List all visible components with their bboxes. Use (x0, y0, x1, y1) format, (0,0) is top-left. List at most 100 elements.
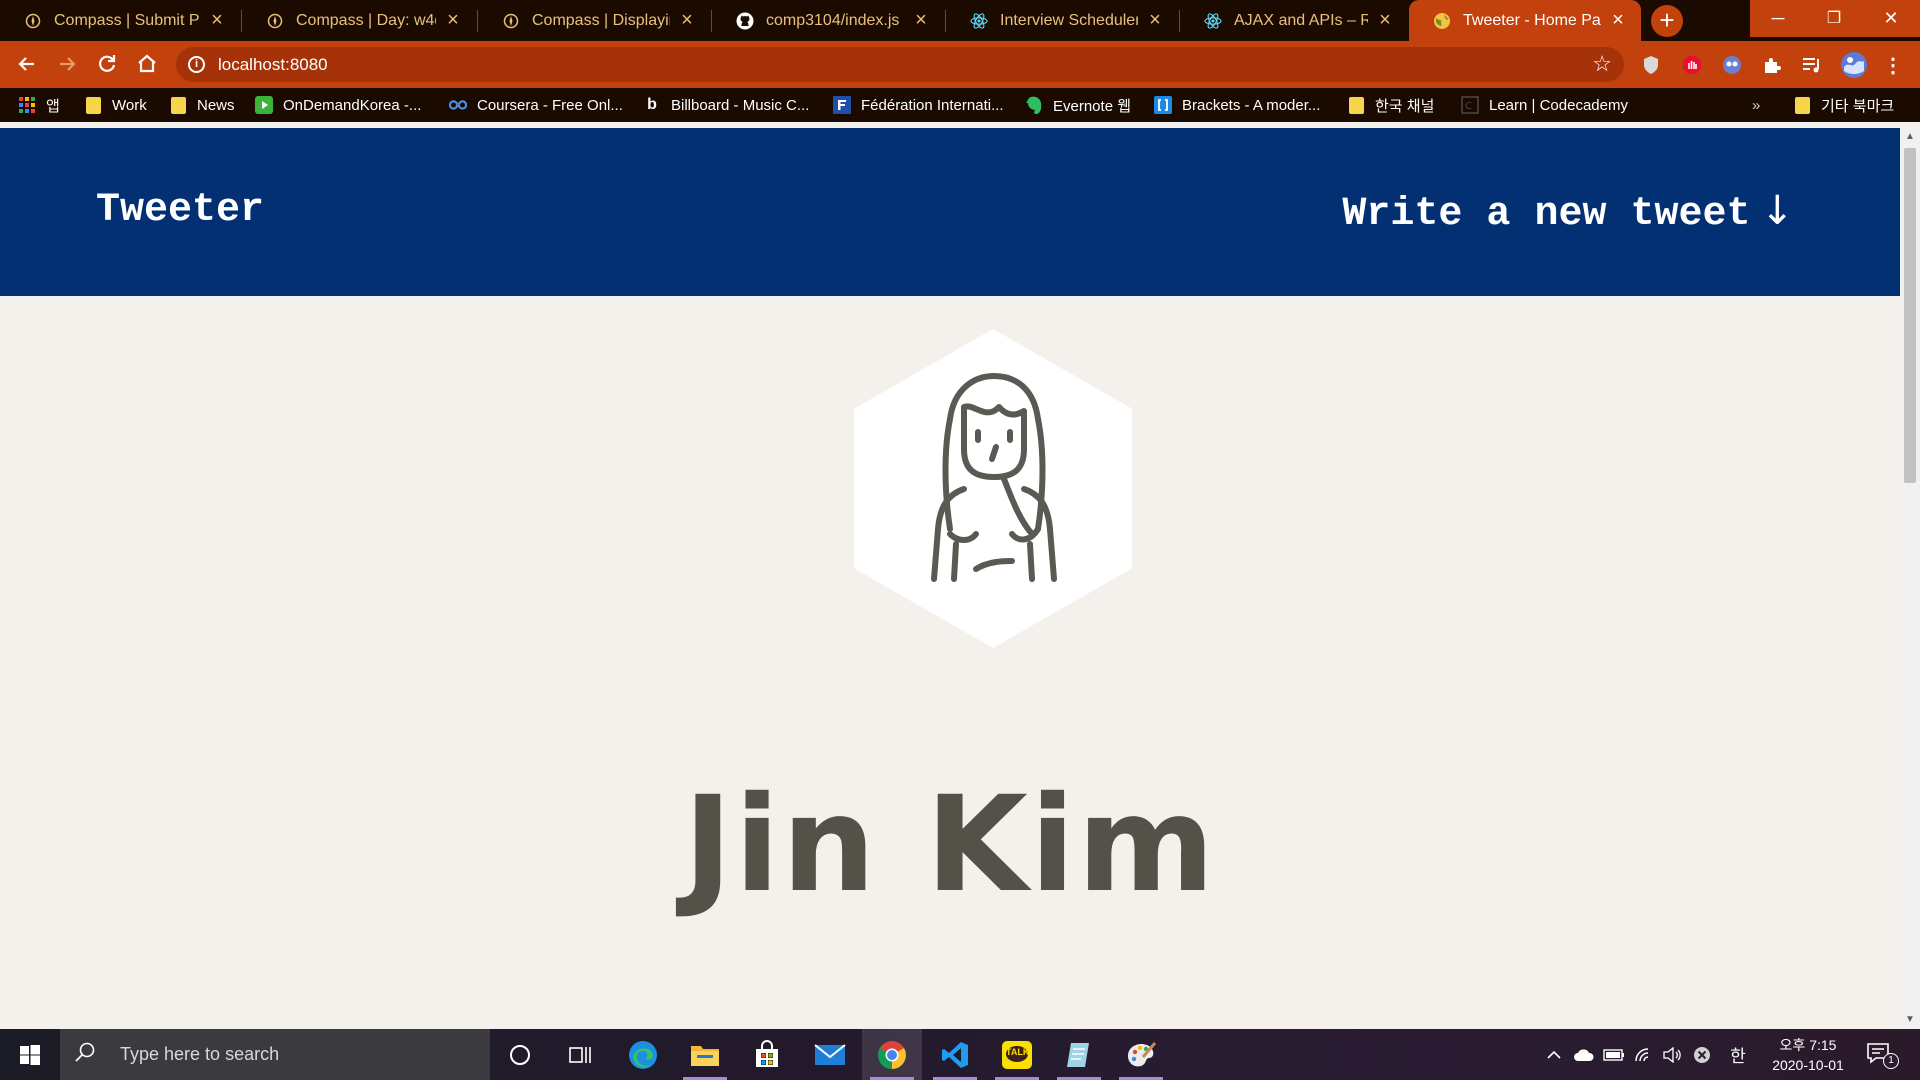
back-button[interactable] (12, 49, 42, 79)
tab-interview-scheduler[interactable]: Interview Scheduler × (946, 0, 1178, 41)
other-bookmarks[interactable]: 기타 북마크 (1793, 88, 1894, 122)
arrow-down-icon: ↓ (1760, 188, 1794, 234)
shield-icon[interactable] (1640, 54, 1662, 76)
compass-icon (24, 12, 42, 30)
edge-icon[interactable] (613, 1029, 673, 1080)
store-icon[interactable] (737, 1029, 797, 1080)
bookmark-codecademy[interactable]: C Learn | Codecademy (1461, 88, 1628, 122)
menu-kebab-icon[interactable]: ⋮ (1882, 54, 1904, 77)
scroll-down-arrow[interactable]: ▼ (1900, 1011, 1920, 1029)
codecademy-icon: C (1461, 96, 1479, 114)
tab-compass-submit[interactable]: Compass | Submit Proje × (0, 0, 240, 41)
restore-button[interactable]: ❐ (1806, 0, 1862, 37)
adblock-icon[interactable] (1681, 54, 1703, 76)
bookmark-coursera[interactable]: Coursera - Free Onl... (449, 88, 623, 122)
windows-logo-icon (20, 1044, 40, 1065)
github-icon (736, 12, 754, 30)
bookmark-fis[interactable]: Fédération Internati... (833, 88, 1004, 122)
info-icon[interactable]: i (188, 56, 205, 73)
new-tab-button[interactable]: + (1651, 5, 1683, 37)
scroll-up-arrow[interactable]: ▲ (1900, 128, 1920, 146)
address-bar[interactable]: i localhost:8080 ☆ (176, 47, 1624, 82)
tab-tweeter-home[interactable]: Tweeter - Home Page × (1409, 0, 1641, 41)
extension-eye-icon[interactable] (1721, 54, 1743, 76)
page-scrollbar[interactable]: ▲ ▼ (1900, 128, 1920, 1029)
vscode-icon[interactable] (925, 1029, 985, 1080)
tray-overflow-icon[interactable] (1542, 1029, 1566, 1080)
bookmarks-overflow-button[interactable]: » (1752, 88, 1760, 122)
bookmark-label: Evernote 웹 (1053, 97, 1132, 115)
paint-icon[interactable] (1111, 1029, 1171, 1080)
star-icon[interactable]: ☆ (1592, 51, 1612, 77)
tab-compass-displaying[interactable]: Compass | Displaying A × (478, 0, 710, 41)
tab-strip: Compass | Submit Proje × Compass | Day: … (0, 0, 1920, 41)
cortana-icon[interactable] (490, 1029, 550, 1080)
bookmark-work[interactable]: Work (84, 88, 147, 122)
reload-button[interactable] (92, 49, 122, 79)
brackets-icon (1154, 96, 1172, 114)
tab-github[interactable]: comp3104/index.js at m × (712, 0, 944, 41)
bookmark-korean-channels[interactable]: 한국 채널 (1347, 88, 1434, 122)
compass-icon (502, 12, 520, 30)
bookmark-label: 기타 북마크 (1821, 97, 1895, 115)
bookmark-ondemandkorea[interactable]: OnDemandKorea -... (255, 88, 421, 122)
forward-button[interactable] (52, 49, 82, 79)
reading-list-icon[interactable] (1801, 54, 1823, 76)
mail-icon[interactable] (800, 1029, 860, 1080)
apps-grid-icon (18, 96, 36, 114)
notification-count-badge: 1 (1883, 1053, 1899, 1069)
home-button[interactable] (132, 49, 162, 79)
kakaotalk-icon[interactable]: TALK (987, 1029, 1047, 1080)
close-icon[interactable]: × (912, 9, 930, 32)
onedrive-icon[interactable] (1570, 1029, 1598, 1080)
close-icon[interactable]: × (1376, 9, 1394, 32)
bookmark-label: 한국 채널 (1375, 97, 1435, 115)
close-icon[interactable]: × (1609, 9, 1627, 32)
file-explorer-icon[interactable] (675, 1029, 735, 1080)
puzzle-icon[interactable] (1761, 54, 1783, 76)
profile-avatar[interactable] (1839, 50, 1869, 80)
url-text[interactable]: localhost:8080 (218, 55, 328, 75)
task-view-icon[interactable] (550, 1029, 610, 1080)
close-icon[interactable]: × (444, 9, 462, 32)
browser-toolbar: i localhost:8080 ☆ ⋮ (0, 41, 1920, 88)
tab-title: Tweeter - Home Page (1463, 11, 1601, 29)
minimize-button[interactable]: ─ (1750, 0, 1806, 37)
close-window-button[interactable]: ✕ (1862, 0, 1920, 37)
disconnect-icon[interactable] (1688, 1029, 1716, 1080)
clock-date: 2020-10-01 (1772, 1057, 1844, 1073)
taskbar-search[interactable]: Type here to search (60, 1029, 490, 1080)
notes-icon[interactable] (1049, 1029, 1109, 1080)
tab-ajax-apis[interactable]: AJAX and APIs – React × (1180, 0, 1408, 41)
wifi-icon[interactable] (1630, 1029, 1658, 1080)
billboard-icon: b (647, 96, 657, 113)
scroll-thumb[interactable] (1904, 148, 1916, 483)
volume-icon[interactable] (1658, 1029, 1686, 1080)
close-icon[interactable]: × (678, 9, 696, 32)
arrow-right-icon (60, 57, 76, 71)
search-placeholder: Type here to search (120, 1044, 280, 1064)
write-tweet-button[interactable]: Write a new tweet ↓ (1342, 188, 1794, 237)
bookmark-evernote[interactable]: Evernote 웹 (1025, 88, 1131, 122)
coursera-icon (449, 96, 467, 114)
close-icon[interactable]: × (1146, 9, 1164, 32)
search-icon (74, 1041, 102, 1069)
bookmark-news[interactable]: News (169, 88, 235, 122)
bookmark-brackets[interactable]: Brackets - A moder... (1154, 88, 1320, 122)
bookmark-label: Learn | Codecademy (1489, 96, 1628, 114)
chrome-icon[interactable] (862, 1029, 922, 1080)
ime-korean-indicator[interactable]: 한 (1724, 1029, 1752, 1080)
taskbar-clock[interactable]: 오후 7:15 2020-10-01 (1760, 1035, 1856, 1075)
bookmark-billboard[interactable]: b Billboard - Music C... (643, 88, 809, 122)
kakao-label: TALK (1006, 1047, 1030, 1057)
battery-icon[interactable] (1600, 1029, 1628, 1080)
tab-compass-day[interactable]: Compass | Day: w4d4 × (242, 0, 476, 41)
site-logo[interactable]: Tweeter (96, 188, 264, 233)
bookmark-apps[interactable]: 앱 (18, 88, 60, 122)
tab-title: comp3104/index.js at m (766, 11, 904, 29)
tab-title: Compass | Displaying A (532, 11, 670, 29)
start-button[interactable] (0, 1029, 60, 1080)
notification-center-button[interactable]: 1 (1866, 1041, 1906, 1071)
compass-icon (266, 12, 284, 30)
close-icon[interactable]: × (208, 9, 226, 32)
